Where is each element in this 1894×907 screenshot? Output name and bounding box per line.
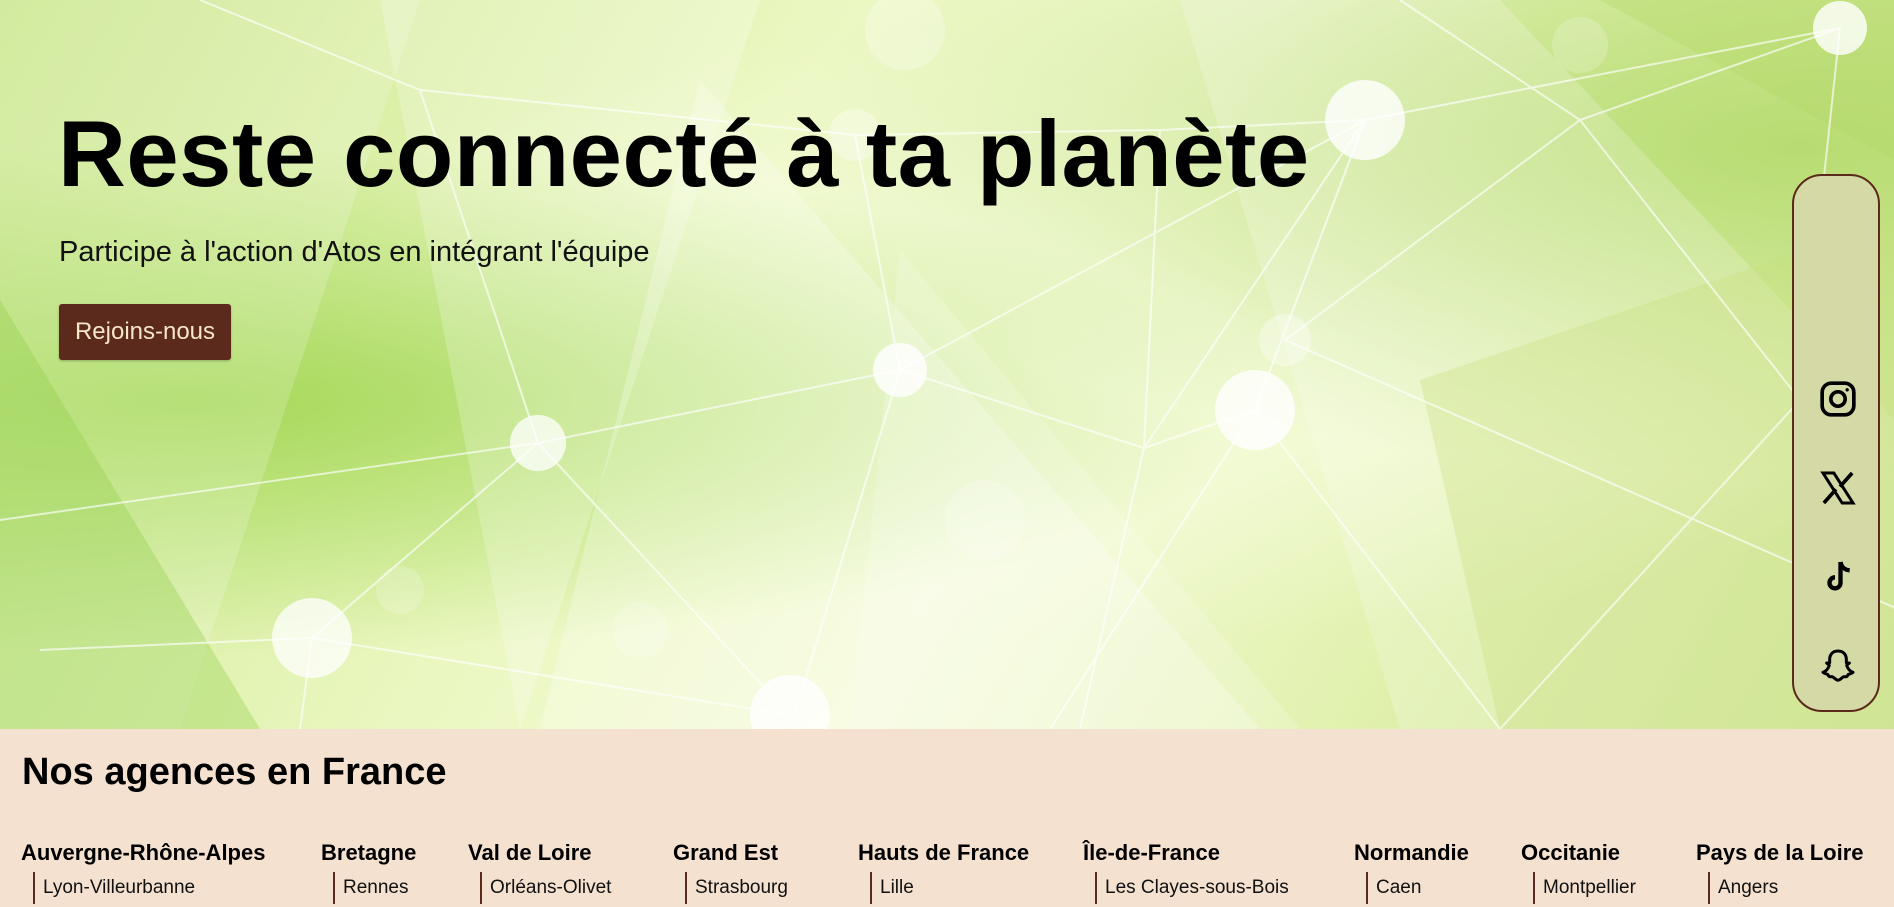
region-name: Normandie <box>1354 840 1469 865</box>
x-icon <box>1818 468 1858 508</box>
city-link[interactable]: Les Clayes-sous-Bois <box>1105 872 1289 904</box>
region-hauts-de-france: Hauts de France Lille <box>858 840 1029 904</box>
region-city-list: Caen <box>1366 872 1469 904</box>
region-grand-est: Grand Est Strasbourg <box>673 840 788 904</box>
region-name: Hauts de France <box>858 840 1030 865</box>
region-bretagne: Bretagne Rennes <box>321 840 416 904</box>
hero-subtitle: Participe à l'action d'Atos en intégrant… <box>59 236 650 268</box>
city-link[interactable]: Lille <box>880 872 1029 904</box>
region-normandie: Normandie Caen <box>1354 840 1469 904</box>
region-city-list: Montpellier <box>1533 872 1636 904</box>
region-name: Occitanie <box>1521 840 1621 865</box>
city-link[interactable]: Rennes <box>343 872 416 904</box>
region-name: Grand Est <box>673 840 779 865</box>
region-city-list: Strasbourg <box>685 872 788 904</box>
snapchat-link[interactable] <box>1794 636 1882 696</box>
region-city-list: Lyon-Villeurbanne <box>33 872 265 904</box>
region-occitanie: Occitanie Montpellier <box>1521 840 1636 904</box>
city-link[interactable]: Caen <box>1376 872 1469 904</box>
region-name: Auvergne-Rhône-Alpes <box>21 840 266 865</box>
join-us-button[interactable]: Rejoins-nous <box>59 304 231 360</box>
city-link[interactable]: Angers <box>1718 872 1864 904</box>
region-name: Pays de la Loire <box>1696 840 1864 865</box>
city-link[interactable]: Orléans-Olivet <box>490 872 611 904</box>
agencies-title: Nos agences en France <box>22 751 447 793</box>
city-link[interactable]: Strasbourg <box>695 872 788 904</box>
region-city-list: Les Clayes-sous-Bois <box>1095 872 1289 904</box>
region-pays-de-la-loire: Pays de la Loire Angers <box>1696 840 1864 904</box>
region-ile-de-france: Île-de-France Les Clayes-sous-Bois <box>1083 840 1289 904</box>
region-name: Bretagne <box>321 840 417 865</box>
region-name: Val de Loire <box>468 840 592 865</box>
instagram-icon <box>1818 379 1858 419</box>
hero-banner: Reste connecté à ta planète Participe à … <box>0 0 1894 729</box>
social-links-bar <box>1792 174 1882 857</box>
agencies-section: Nos agences en France Auvergne-Rhône-Alp… <box>0 729 1894 907</box>
region-name: Île-de-France <box>1083 840 1220 865</box>
region-city-list: Angers <box>1708 872 1864 904</box>
instagram-link[interactable] <box>1794 369 1882 429</box>
city-link[interactable]: Montpellier <box>1543 872 1636 904</box>
tiktok-link[interactable] <box>1794 547 1882 607</box>
region-city-list: Orléans-Olivet <box>480 872 611 904</box>
x-link[interactable] <box>1794 458 1882 518</box>
hero-title: Reste connecté à ta planète <box>58 101 1310 206</box>
region-auvergne-rhone-alpes: Auvergne-Rhône-Alpes Lyon-Villeurbanne <box>21 840 265 904</box>
region-city-list: Rennes <box>333 872 416 904</box>
region-city-list: Lille <box>870 872 1029 904</box>
tiktok-icon <box>1818 557 1858 597</box>
snapchat-icon <box>1818 646 1858 686</box>
city-link[interactable]: Lyon-Villeurbanne <box>43 872 265 904</box>
region-val-de-loire: Val de Loire Orléans-Olivet <box>468 840 611 904</box>
